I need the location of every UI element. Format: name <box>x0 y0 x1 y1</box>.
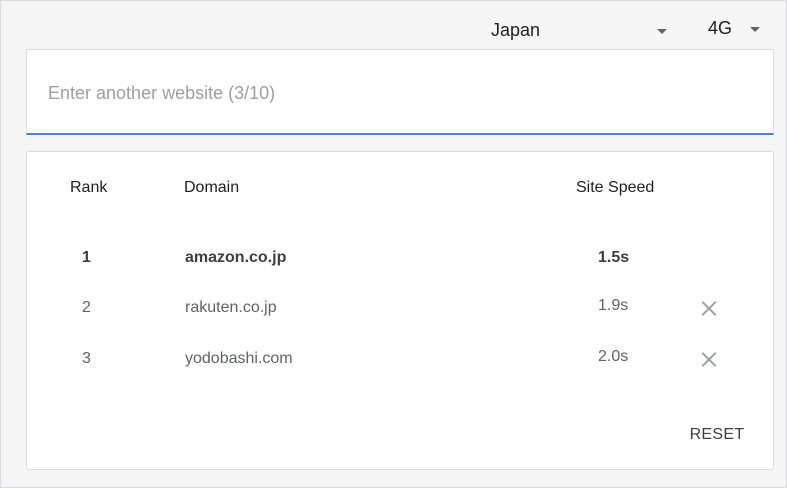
remove-close-icon[interactable] <box>699 298 719 318</box>
website-search-field <box>26 49 774 135</box>
column-header-rank: Rank <box>70 179 108 196</box>
row-rank: 2 <box>82 299 91 316</box>
row-domain: amazon.co.jp <box>185 249 287 266</box>
row-speed: 1.9s <box>598 297 629 314</box>
network-select-value: 4G <box>708 17 733 38</box>
network-select[interactable]: 4G <box>708 13 768 43</box>
row-rank: 3 <box>82 350 91 367</box>
row-rank: 1 <box>82 249 91 266</box>
row-domain: yodobashi.com <box>185 350 293 367</box>
table-row: 3 yodobashi.com 2.0s <box>27 344 773 374</box>
country-select-value: Japan <box>491 19 541 40</box>
table-row: 2 rakuten.co.jp 1.9s <box>27 293 773 323</box>
column-header-site-speed: Site Speed <box>576 179 655 196</box>
row-speed: 1.5s <box>598 249 630 266</box>
website-input[interactable] <box>48 76 748 110</box>
column-header-domain: Domain <box>184 179 240 196</box>
chevron-down-icon <box>750 27 760 32</box>
chevron-down-icon <box>657 29 667 34</box>
app-frame: Japan 4G Rank Domain Site Speed 1 amazon… <box>0 0 787 488</box>
row-domain: rakuten.co.jp <box>185 299 277 316</box>
country-select[interactable]: Japan <box>491 15 671 45</box>
table-row: 1 amazon.co.jp 1.5s <box>27 243 773 273</box>
row-speed: 2.0s <box>598 348 629 365</box>
ranking-card: Rank Domain Site Speed 1 amazon.co.jp 1.… <box>26 151 774 470</box>
remove-close-icon[interactable] <box>699 349 719 369</box>
reset-button[interactable]: RESET <box>677 422 757 448</box>
